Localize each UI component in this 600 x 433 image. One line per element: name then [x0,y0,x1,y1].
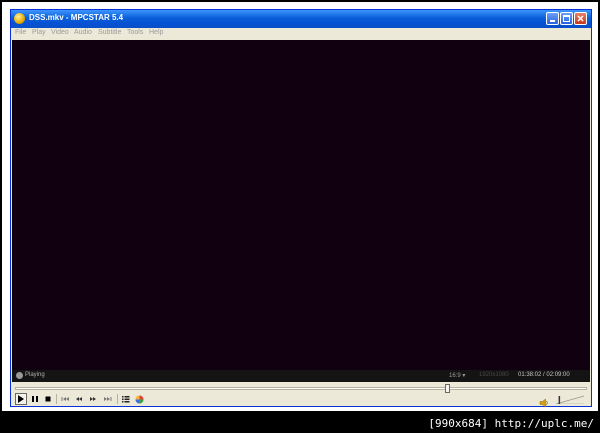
aspect-ratio-selector[interactable]: 16:9 ▾ [449,372,465,379]
fast-forward-button[interactable] [87,393,99,405]
close-button[interactable] [574,12,587,25]
rewind-button[interactable] [73,393,85,405]
menu-tools[interactable]: Tools [127,29,143,36]
rewind-icon [76,397,82,401]
minimize-icon [550,20,555,22]
window-title: DSS.mkv - MPCSTAR 5.4 [29,13,124,22]
divider [117,394,118,404]
fast-forward-icon [90,397,96,401]
menu-video[interactable]: Video [51,29,69,36]
stop-icon [45,396,51,402]
previous-icon [61,397,69,401]
screenshot-frame: DSS.mkv - MPCSTAR 5.4 File Play Video Au… [2,2,598,411]
control-bar [11,392,591,408]
skin-color-button[interactable] [133,393,145,405]
volume-thumb[interactable] [558,396,561,404]
pause-button[interactable] [29,393,41,405]
mute-button[interactable] [539,393,549,412]
video-area[interactable] [12,40,590,370]
watermark-text: [990x684] http://uplc.me/ [428,417,594,430]
menu-play[interactable]: Play [32,29,46,36]
stop-button[interactable] [42,393,54,405]
next-icon [103,397,111,401]
playlist-icon [122,396,130,403]
menu-file[interactable]: File [15,29,26,36]
status-bar: Playing 16:9 ▾ 1920x1080 01:38:02 / 02:0… [12,370,590,382]
divider [56,394,57,404]
play-button[interactable] [15,393,27,405]
seek-bar[interactable] [15,384,587,393]
playing-status-icon [16,372,23,379]
app-icon[interactable] [14,13,25,24]
maximize-button[interactable] [560,12,573,25]
next-button[interactable] [101,393,113,405]
menu-bar: File Play Video Audio Subtitle Tools Hel… [11,28,591,39]
previous-button[interactable] [59,393,71,405]
close-icon [577,15,584,22]
pause-icon [32,396,38,402]
resolution-label: 1920x1080 [479,372,509,378]
volume-slider[interactable] [555,395,585,404]
menu-help[interactable]: Help [149,29,163,36]
playback-state: Playing [25,372,45,378]
time-display[interactable]: 01:38:02 / 02:09:00 [518,372,570,378]
speaker-icon [539,398,548,408]
player-window: DSS.mkv - MPCSTAR 5.4 File Play Video Au… [10,9,592,408]
menu-subtitle[interactable]: Subtitle [98,29,121,36]
maximize-icon [563,15,570,22]
minimize-button[interactable] [546,12,559,25]
playlist-button[interactable] [120,393,132,405]
title-bar[interactable]: DSS.mkv - MPCSTAR 5.4 [11,10,591,28]
menu-audio[interactable]: Audio [74,29,92,36]
skin-color-icon [135,395,143,403]
play-icon [18,395,24,403]
